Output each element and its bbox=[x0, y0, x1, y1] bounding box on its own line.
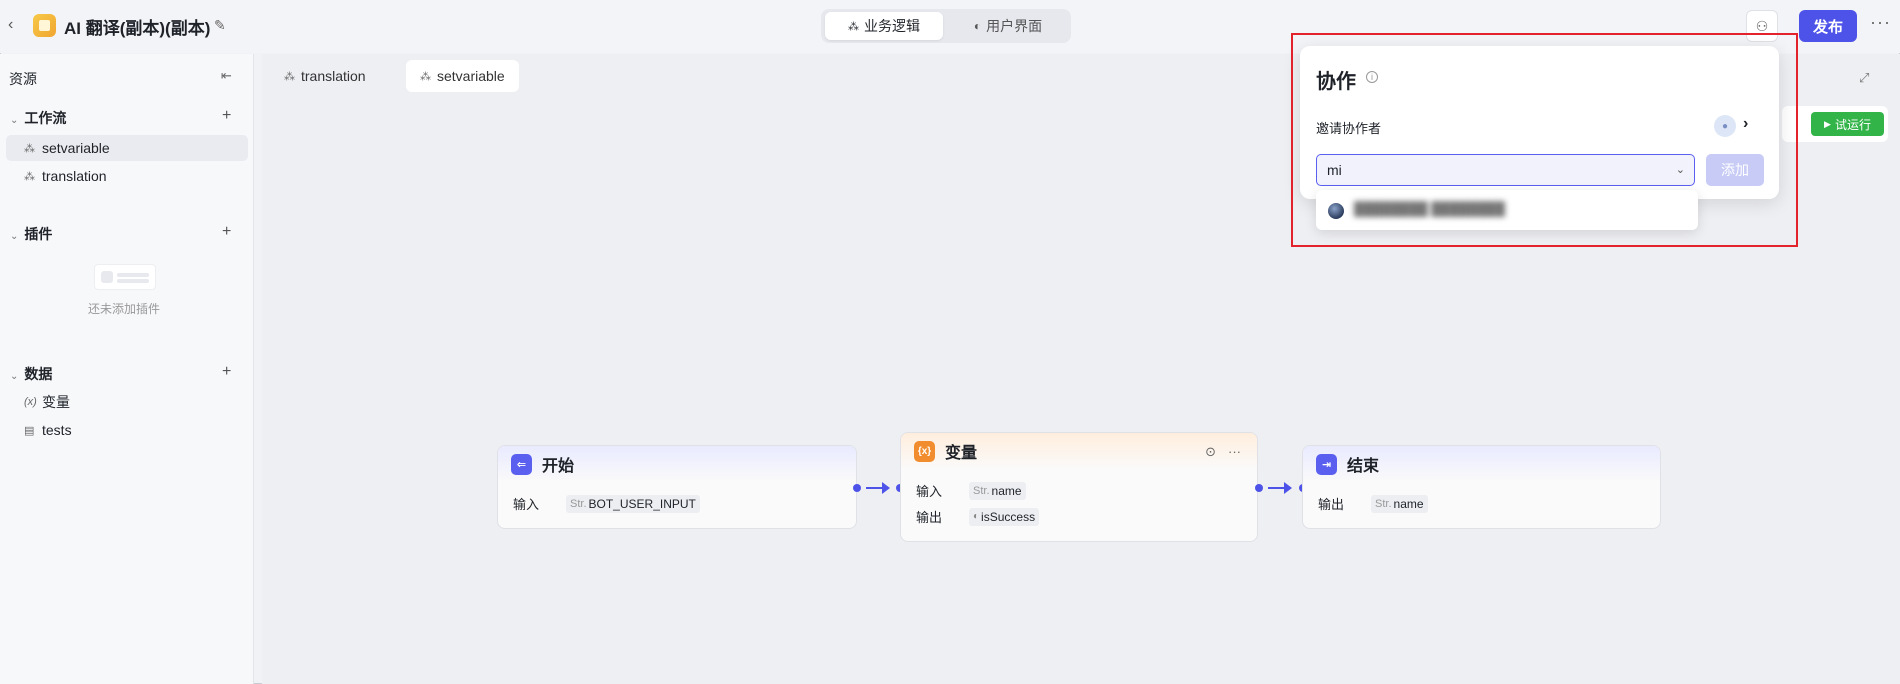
variable-node[interactable]: {x} 变量 ⊙ ··· 输入 Str. name 输出 ◐ isSuccess bbox=[900, 432, 1258, 542]
group-data[interactable]: ⌄ 数据 bbox=[10, 364, 52, 384]
app-logo bbox=[33, 14, 56, 37]
chevron-down-icon: ⌄ bbox=[10, 231, 19, 242]
sidebar-item-variable[interactable]: (x) 变量 bbox=[6, 389, 248, 415]
tab-setvariable[interactable]: ⁂ setvariable bbox=[406, 60, 519, 92]
workflow-icon: ⁂ bbox=[24, 142, 35, 155]
tab-user-interface[interactable]: ◐ 用户界面 bbox=[949, 12, 1067, 40]
end-node[interactable]: ⇥ 结束 输出 Str. name bbox=[1302, 445, 1661, 529]
edit-icon[interactable]: ✎ bbox=[214, 17, 226, 34]
variable-output-port[interactable] bbox=[1255, 484, 1263, 492]
debug-icon[interactable]: ⊙ bbox=[1205, 444, 1216, 460]
workflow-icon: ⁂ bbox=[24, 170, 35, 183]
connector-arrow bbox=[866, 482, 890, 494]
variable-output-label: 输出 bbox=[916, 510, 943, 525]
app-title: AI 翻译(副本)(副本) bbox=[64, 19, 211, 38]
chevron-down-icon: ⌄ bbox=[10, 371, 19, 382]
variable-input-chip: Str. name bbox=[969, 481, 1026, 500]
empty-plugins-text: 还未添加插件 bbox=[88, 302, 161, 316]
variable-node-title: 变量 bbox=[945, 445, 978, 462]
start-input-chip: Str. BOT_USER_INPUT bbox=[566, 494, 700, 513]
file-icon: ▤ bbox=[24, 424, 35, 437]
add-plugin-button[interactable]: + bbox=[222, 223, 231, 241]
tab-translation[interactable]: ⁂ translation bbox=[270, 60, 380, 92]
variable-icon: {x} bbox=[914, 440, 935, 462]
back-chevron-icon[interactable]: ‹ bbox=[8, 16, 28, 36]
start-node-title: 开始 bbox=[542, 458, 575, 475]
workflow-icon: ⁂ bbox=[848, 20, 859, 33]
more-options-icon[interactable]: ··· bbox=[1228, 444, 1241, 460]
variable-input-label: 输入 bbox=[916, 484, 943, 499]
group-plugins[interactable]: ⌄ 插件 bbox=[10, 224, 52, 244]
end-node-title: 结束 bbox=[1347, 458, 1380, 475]
start-input-label: 输入 bbox=[513, 497, 540, 512]
view-switcher: ⁂ 业务逻辑 ◐ 用户界面 bbox=[821, 9, 1071, 43]
workflow-icon: ⁂ bbox=[284, 70, 295, 83]
more-options-icon[interactable]: ··· bbox=[1870, 12, 1891, 33]
fullscreen-icon[interactable]: ⤢ bbox=[1859, 70, 1869, 86]
variable-output-chip: ◐ isSuccess bbox=[969, 507, 1040, 526]
workflow-icon: ⁂ bbox=[420, 70, 431, 83]
toggle-icon: ◐ bbox=[973, 511, 980, 522]
sidebar-item-tests[interactable]: ▤ tests bbox=[6, 417, 248, 443]
start-node[interactable]: ⇐ 开始 输入 Str. BOT_USER_INPUT bbox=[497, 445, 857, 529]
group-workflow[interactable]: ⌄ 工作流 bbox=[10, 108, 66, 128]
end-output-label: 输出 bbox=[1318, 497, 1345, 512]
sidebar-title: 资源 bbox=[9, 71, 37, 87]
start-output-port[interactable] bbox=[853, 484, 861, 492]
collapse-sidebar-icon[interactable]: ⇤ bbox=[221, 68, 232, 84]
variable-icon: (x) bbox=[24, 396, 37, 408]
add-workflow-button[interactable]: + bbox=[222, 107, 231, 125]
resource-sidebar: 资源 ⇤ ⌄ 工作流 + ⁂ setvariable ⁂ translation … bbox=[0, 54, 254, 684]
highlight-box bbox=[1291, 33, 1798, 247]
sidebar-item-setvariable[interactable]: ⁂ setvariable bbox=[6, 135, 248, 161]
connector-arrow bbox=[1268, 482, 1292, 494]
end-node-icon: ⇥ bbox=[1316, 453, 1337, 475]
test-run-button[interactable]: ▶ 试运行 bbox=[1811, 112, 1884, 136]
publish-button[interactable]: 发布 bbox=[1799, 10, 1857, 42]
tab-business-logic[interactable]: ⁂ 业务逻辑 bbox=[825, 12, 943, 40]
palette-icon: ◐ bbox=[973, 19, 982, 33]
add-data-button[interactable]: + bbox=[222, 363, 231, 381]
empty-plugins-illustration bbox=[94, 264, 156, 290]
collaborators-icon: ⚇ bbox=[1755, 17, 1769, 34]
play-icon: ▶ bbox=[1824, 118, 1831, 129]
start-node-icon: ⇐ bbox=[511, 453, 532, 475]
end-output-chip: Str. name bbox=[1371, 494, 1428, 513]
chevron-down-icon: ⌄ bbox=[10, 115, 19, 126]
sidebar-item-translation[interactable]: ⁂ translation bbox=[6, 163, 248, 189]
